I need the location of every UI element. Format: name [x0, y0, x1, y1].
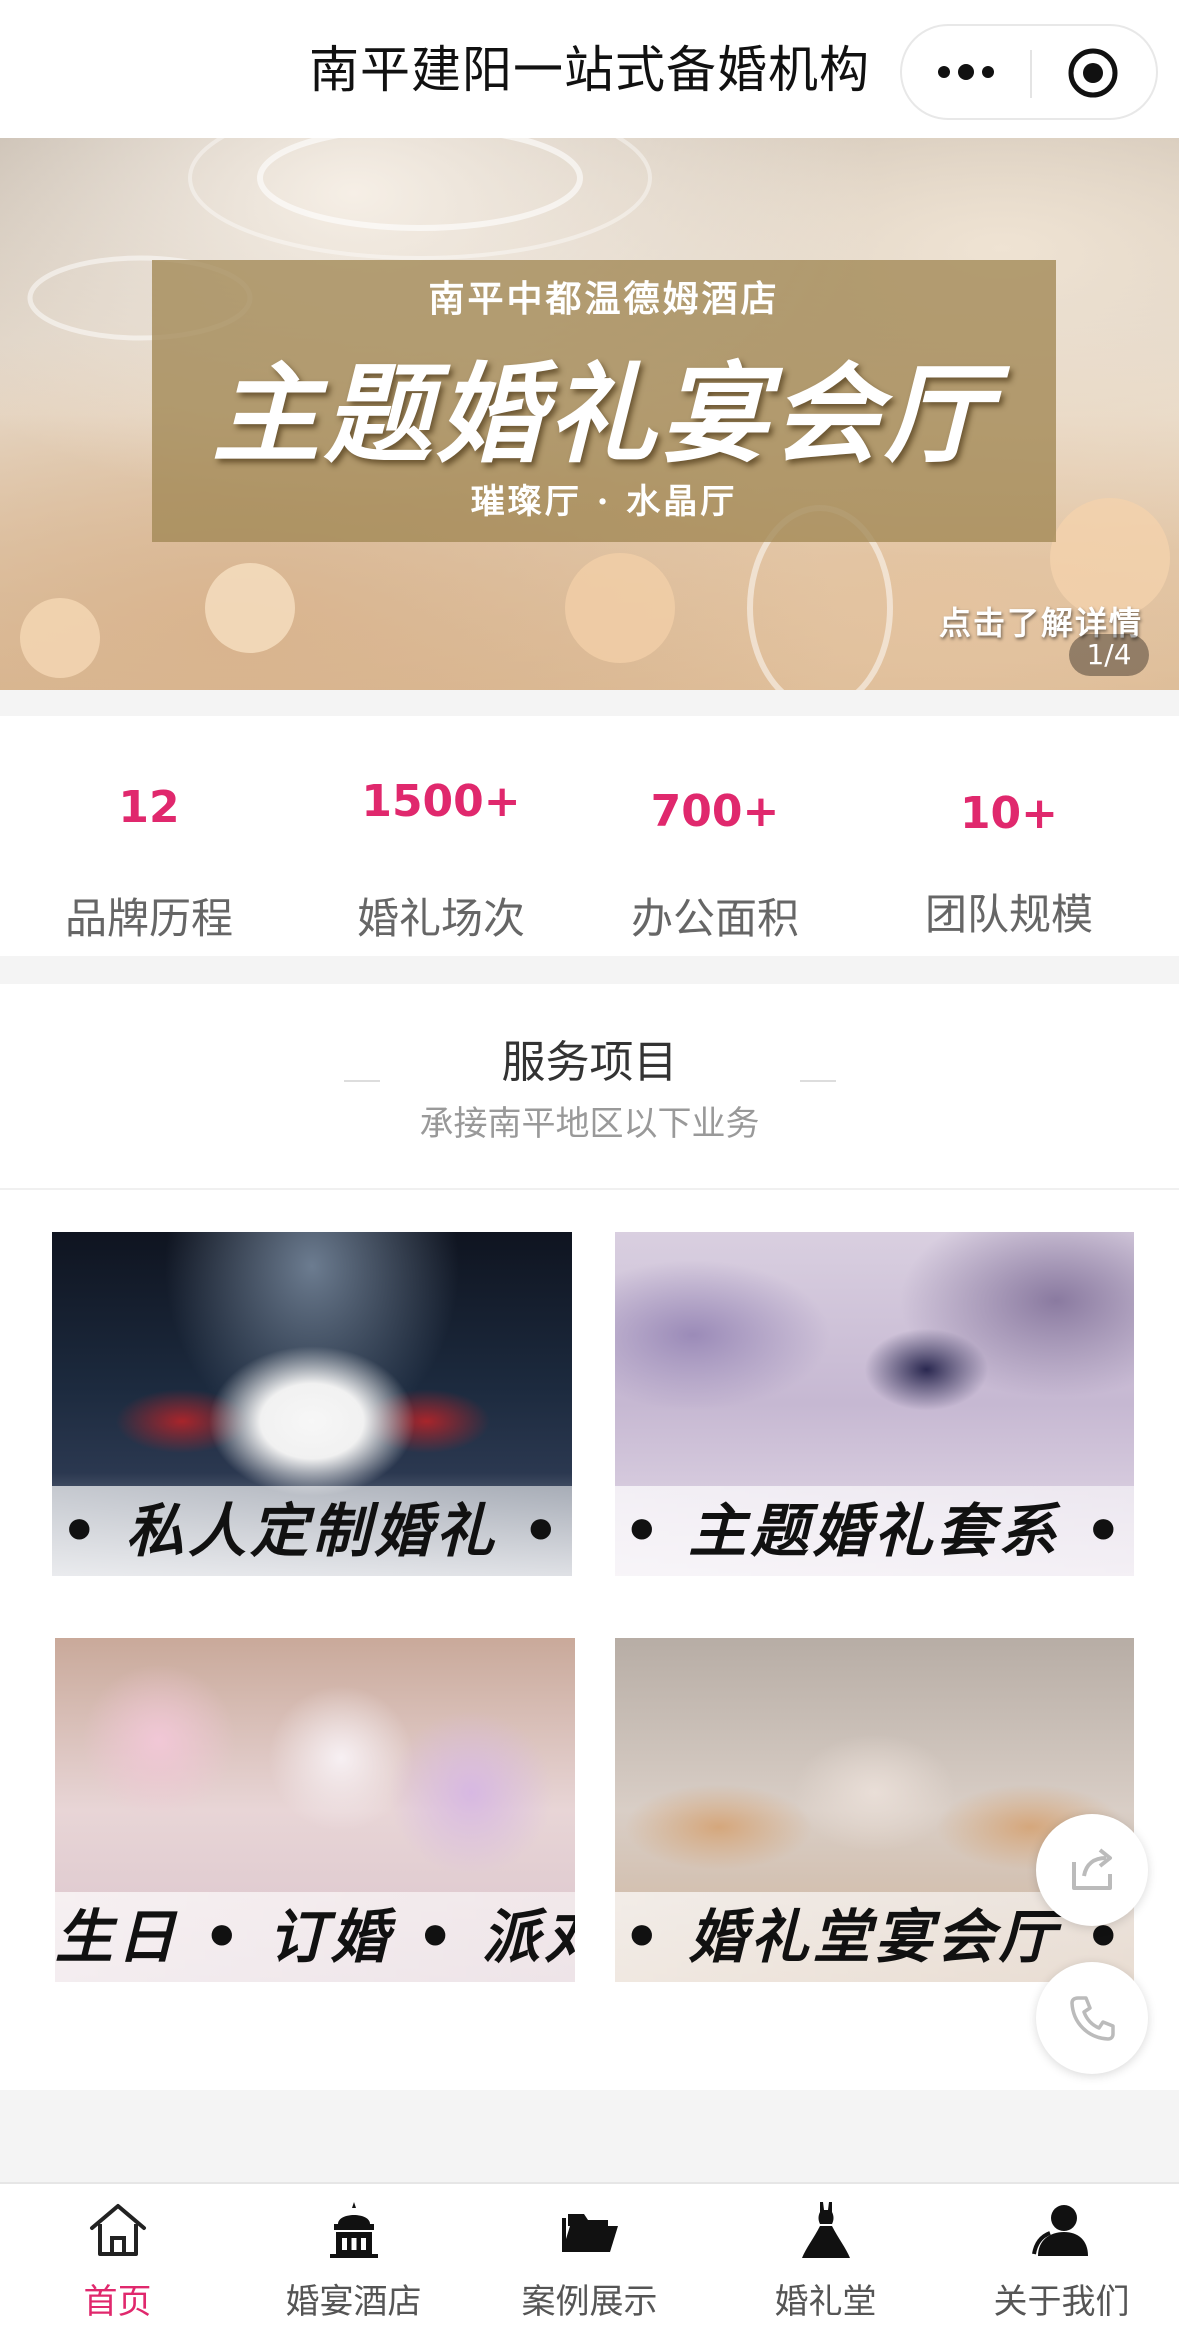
banner-subtitle-bottom: 璀璨厅 · 水晶厅: [470, 482, 738, 522]
more-dots-icon[interactable]: [934, 60, 998, 84]
service-card-caption: • 主题婚礼套系 •: [615, 1486, 1134, 1576]
banner-subtitle-top: 南平中都温德姆酒店: [428, 278, 780, 320]
services-subtitle: 承接南平地区以下业务: [419, 1104, 760, 1144]
service-card-custom-wedding[interactable]: • 私人定制婚礼 •: [52, 1232, 572, 1576]
tab-home[interactable]: 首页: [0, 2198, 235, 2323]
services-title: 服务项目: [501, 1037, 678, 1088]
services-section: 服务项目 承接南平地区以下业务 • 私人定制婚礼 • • 主题婚礼套系 • 生日…: [0, 984, 1179, 2090]
tab-label: 婚礼堂: [774, 2282, 877, 2322]
title-line-right: [800, 1080, 836, 1082]
stat-label: 品牌历程: [64, 894, 233, 943]
section-divider: [0, 1188, 1179, 1190]
service-card-banquet-hall[interactable]: • 婚礼堂宴会厅 •: [615, 1638, 1134, 1982]
service-card-caption: • 私人定制婚礼 •: [52, 1486, 572, 1576]
folder-icon: [561, 2214, 618, 2252]
stat-label: 婚礼场次: [356, 894, 525, 943]
stat-value: 10+: [959, 788, 1059, 839]
stat-item: 10+ 团队规模: [862, 716, 1156, 942]
phone-icon: [1070, 1996, 1115, 2041]
stat-item: 12 品牌历程: [2, 716, 296, 946]
tab-label: 婚宴酒店: [285, 2282, 422, 2322]
stat-label: 办公面积: [630, 894, 799, 943]
dress-icon: [801, 2202, 850, 2258]
target-circle-icon[interactable]: [1066, 46, 1120, 100]
service-card-caption: 生日 • 订婚 • 派对: [55, 1892, 575, 1982]
banner-title-panel: 南平中都温德姆酒店 主题婚礼宴会厅 璀璨厅 · 水晶厅: [152, 260, 1056, 542]
banner-pager: 1/4: [1069, 634, 1149, 676]
nav-header: 南平建阳一站式备婚机构: [0, 0, 1179, 138]
stat-value: 12: [118, 782, 180, 833]
tab-label: 关于我们: [993, 2282, 1130, 2322]
tab-about-us[interactable]: 关于我们: [944, 2198, 1179, 2323]
tab-label: 首页: [83, 2282, 152, 2322]
hotel-building-icon: [329, 2202, 378, 2258]
stat-value: 1500+: [361, 776, 521, 827]
share-button[interactable]: [1036, 1814, 1148, 1926]
home-icon: [89, 2204, 146, 2256]
tab-cases[interactable]: 案例展示: [472, 2198, 707, 2323]
stat-label: 团队规模: [924, 890, 1093, 939]
banner-headline: 主题婚礼宴会厅: [211, 352, 996, 478]
tab-label: 案例展示: [521, 2282, 658, 2322]
stats-section: 12 品牌历程 1500+ 婚礼场次 700+ 办公面积 10+ 团队规模: [0, 716, 1179, 956]
tab-hotels[interactable]: 婚宴酒店: [236, 2198, 471, 2323]
stat-item: 700+ 办公面积: [568, 716, 862, 946]
stat-value: 700+: [650, 786, 780, 837]
service-card-theme-package[interactable]: • 主题婚礼套系 •: [615, 1232, 1134, 1576]
bottom-tab-bar: 首页 婚宴酒店 案例展示 婚礼堂 关于我们: [0, 2182, 1179, 2350]
share-icon: [1072, 1848, 1112, 1890]
phone-button[interactable]: [1036, 1962, 1148, 2074]
stat-item: 1500+ 婚礼场次: [294, 716, 588, 946]
tab-wedding-hall[interactable]: 婚礼堂: [708, 2198, 943, 2323]
hero-banner[interactable]: 南平中都温德姆酒店 主题婚礼宴会厅 璀璨厅 · 水晶厅 点击了解详情 1/4: [0, 138, 1179, 690]
service-card-party[interactable]: 生日 • 订婚 • 派对: [55, 1638, 575, 1982]
user-icon: [1031, 2205, 1088, 2256]
capsule-divider: [1030, 50, 1032, 98]
mini-program-capsule: [900, 24, 1158, 120]
